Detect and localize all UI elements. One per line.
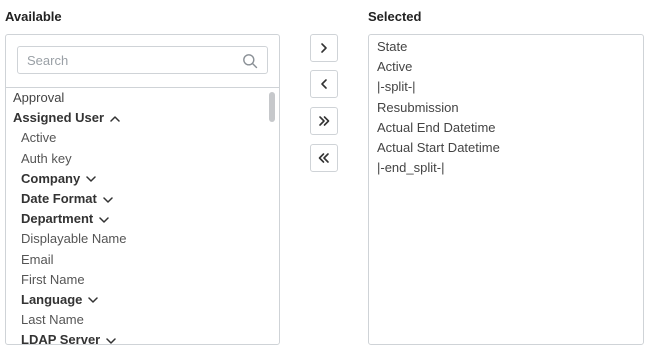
selected-list-item[interactable]: Resubmission (369, 98, 643, 118)
chevron-left-icon (321, 79, 327, 89)
move-right-button[interactable] (310, 34, 338, 62)
available-list-item-label: Auth key (21, 150, 72, 166)
selected-label: Selected (368, 9, 422, 24)
available-list-item-label: Date Format (21, 190, 97, 206)
available-list-item-label: Displayable Name (21, 231, 127, 247)
move-all-right-button[interactable] (310, 107, 338, 135)
chevron-up-icon[interactable] (110, 115, 120, 123)
move-all-left-button[interactable] (310, 144, 338, 172)
search-box[interactable] (17, 46, 268, 74)
search-input[interactable] (25, 52, 229, 69)
available-list-item[interactable]: Last Name (6, 310, 268, 330)
chevron-down-icon[interactable] (88, 296, 99, 304)
available-list-item[interactable]: Auth key (6, 149, 268, 169)
available-list: Approval Assigned User Active Auth key Compa… (6, 88, 268, 344)
available-list-item-label: Department (21, 211, 94, 227)
chevron-down-icon[interactable] (86, 175, 96, 183)
selected-list-item[interactable]: |-split-| (369, 77, 643, 97)
search-area (6, 35, 279, 88)
chevron-down-icon[interactable] (103, 196, 113, 204)
available-list-item[interactable]: LDAP Server (6, 330, 268, 344)
scrollbar[interactable] (267, 88, 279, 344)
available-list-panel: Approval Assigned User Active Auth key Compa… (5, 34, 280, 345)
available-list-item-label: Assigned User (13, 110, 105, 126)
available-list-item-label: Approval (13, 90, 65, 105)
selected-list-item[interactable]: Actual Start Datetime (369, 138, 643, 158)
chevron-down-icon[interactable] (106, 337, 116, 344)
search-icon[interactable] (242, 53, 258, 69)
selected-list: State Active |-split-| Resubmission Actual E… (369, 35, 643, 178)
available-list-item[interactable]: Active (6, 128, 268, 148)
available-list-item[interactable]: Department (6, 209, 268, 229)
available-list-item-label: Language (21, 291, 83, 307)
chevron-down-icon[interactable] (99, 216, 109, 224)
available-list-item[interactable]: Displayable Name (6, 229, 268, 249)
available-list-item-label: Company (21, 170, 81, 186)
available-list-item-label: LDAP Server (21, 332, 101, 344)
available-list-item[interactable]: Language (6, 290, 268, 310)
double-chevron-right-icon (319, 116, 330, 126)
double-chevron-left-icon (318, 153, 329, 163)
scrollbar-thumb[interactable] (269, 92, 275, 122)
available-list-item[interactable]: Company (6, 169, 268, 189)
available-list-item-label: Active (21, 130, 57, 146)
available-list-item[interactable]: Approval (6, 88, 268, 108)
available-list-item[interactable]: Assigned User (6, 108, 268, 128)
available-list-item[interactable]: Date Format (6, 189, 268, 209)
available-list-item-label: Email (21, 251, 54, 267)
selected-list-item[interactable]: Actual End Datetime (369, 118, 643, 138)
available-list-item-label: First Name (21, 271, 85, 287)
selected-list-item[interactable]: State (369, 37, 643, 57)
available-list-item-label: Last Name (21, 312, 84, 328)
selected-list-item[interactable]: Active (369, 57, 643, 77)
available-list-item[interactable]: Email (6, 250, 268, 270)
selected-list-item[interactable]: |-end_split-| (369, 158, 643, 178)
available-label: Available (5, 9, 62, 24)
selected-list-panel: State Active |-split-| Resubmission Actual E… (368, 34, 644, 345)
chevron-right-icon (321, 43, 327, 53)
move-left-button[interactable] (310, 70, 338, 98)
available-list-item[interactable]: First Name (6, 270, 268, 290)
